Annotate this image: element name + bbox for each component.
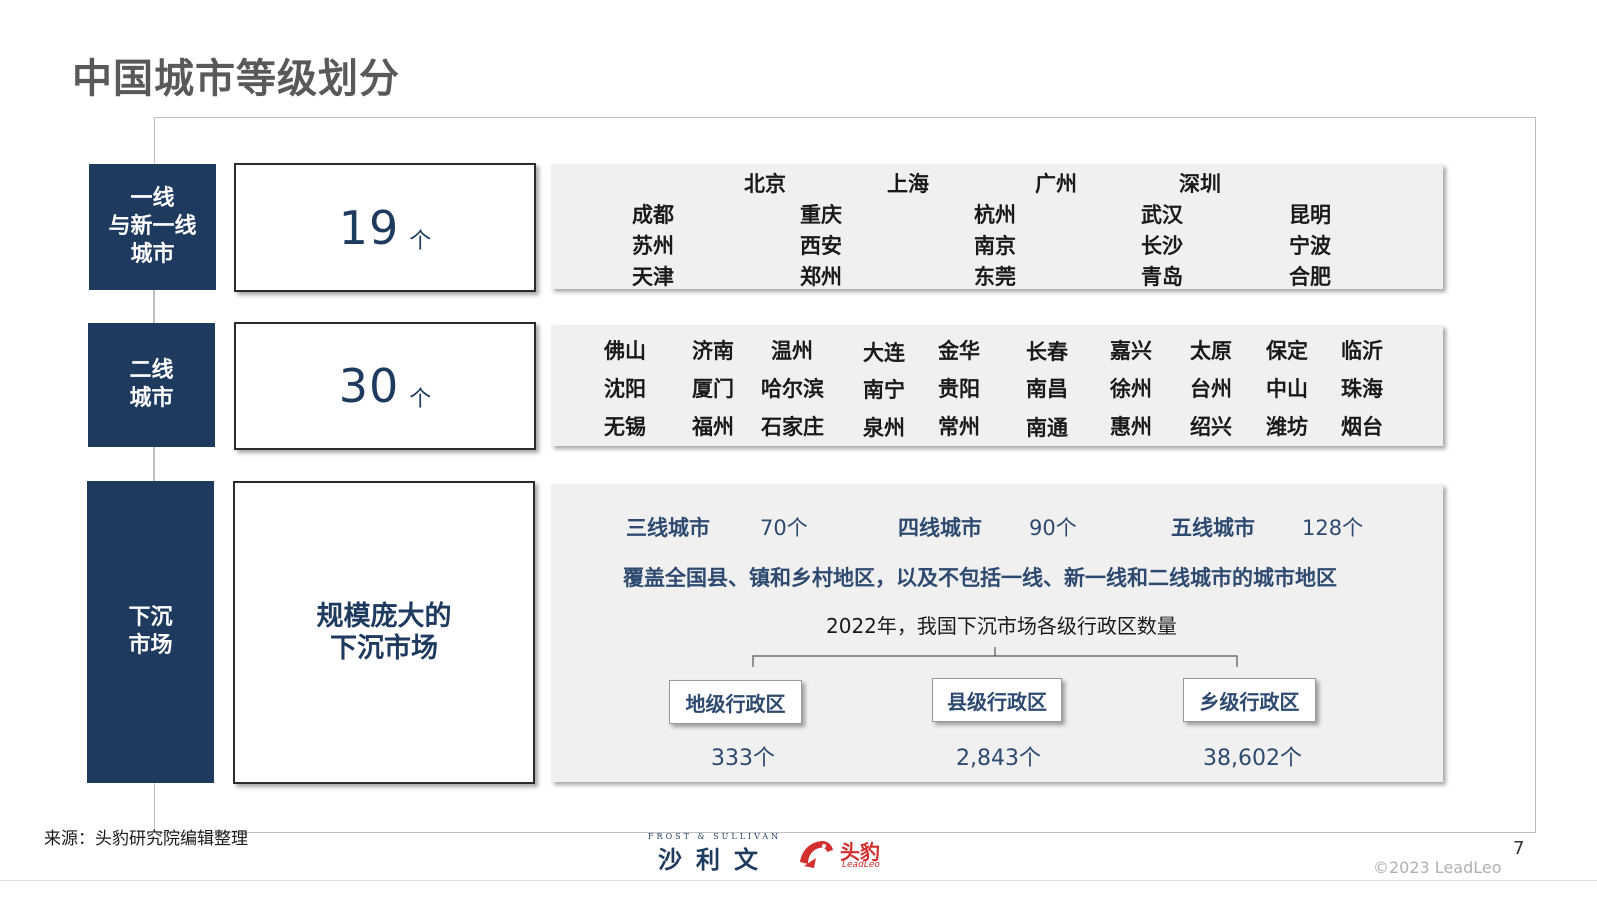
tier2-city: 珠海 xyxy=(1341,377,1383,401)
tier2-city: 哈尔滨 xyxy=(761,377,824,401)
new-tier1-city: 东莞 xyxy=(974,265,1016,289)
frost-sullivan-logo: 沙利文 xyxy=(658,846,772,874)
tier2-city: 厦门 xyxy=(692,377,734,401)
sinking-text-box: 规模庞大的 下沉市场 xyxy=(233,481,535,784)
tier2-city: 太原 xyxy=(1190,339,1232,363)
new-tier1-city: 南京 xyxy=(974,234,1016,258)
admin-subtitle: 2022年，我国下沉市场各级行政区数量 xyxy=(826,614,1177,638)
tier2-city: 佛山 xyxy=(604,339,646,363)
tier2-city: 中山 xyxy=(1266,377,1308,401)
new-tier1-city: 西安 xyxy=(800,234,842,258)
tier2-city: 南宁 xyxy=(863,378,905,402)
admin-box: 乡级行政区 xyxy=(1183,678,1316,722)
tier2-city: 惠州 xyxy=(1110,415,1152,439)
leopard-logo-icon xyxy=(800,841,833,868)
tier2-city: 绍兴 xyxy=(1190,415,1232,439)
tier2-city: 沈阳 xyxy=(604,377,646,401)
tier-label: 五线城市 xyxy=(1171,516,1255,540)
tier2-count-box: 30 个 xyxy=(234,322,536,450)
tier2-city: 贵阳 xyxy=(938,377,980,401)
new-tier1-city: 宁波 xyxy=(1289,234,1331,258)
admin-box: 县级行政区 xyxy=(932,678,1062,722)
tier2-city: 无锡 xyxy=(604,415,646,439)
new-tier1-city: 郑州 xyxy=(800,265,842,289)
tier2-city: 保定 xyxy=(1266,339,1308,363)
tier2-city: 石家庄 xyxy=(761,415,824,439)
tier2-city: 福州 xyxy=(692,415,734,439)
admin-count: 333个 xyxy=(711,746,775,771)
new-tier1-city: 天津 xyxy=(632,265,674,289)
top-city: 北京 xyxy=(744,172,786,196)
bottom-divider xyxy=(0,880,1597,881)
tier2-city: 台州 xyxy=(1190,377,1232,401)
tier2-city: 潍坊 xyxy=(1266,415,1308,439)
tier1-label: 一线 与新一线 城市 xyxy=(89,164,216,290)
tier-count: 70个 xyxy=(760,516,808,540)
new-tier1-city: 重庆 xyxy=(800,203,842,227)
tier2-city: 常州 xyxy=(938,415,980,439)
tier-count: 128个 xyxy=(1302,516,1364,540)
tier2-city: 南昌 xyxy=(1026,377,1068,401)
tier2-unit: 个 xyxy=(409,387,432,412)
page-title: 中国城市等级划分 xyxy=(72,56,400,102)
new-tier1-city: 青岛 xyxy=(1141,265,1183,289)
tier1-count: 19 xyxy=(338,200,400,255)
tier2-city: 大连 xyxy=(863,341,905,365)
tier-label: 三线城市 xyxy=(626,516,710,540)
top-city: 深圳 xyxy=(1179,172,1221,196)
top-city: 广州 xyxy=(1035,172,1077,196)
leadleo-logo-sub: LeadLeo xyxy=(842,860,880,870)
new-tier1-city: 成都 xyxy=(632,203,674,227)
new-tier1-city: 武汉 xyxy=(1141,203,1183,227)
admin-count: 38,602个 xyxy=(1203,746,1302,771)
tier2-city: 济南 xyxy=(692,339,734,363)
tier2-count: 30 xyxy=(338,359,400,413)
tier2-city: 南通 xyxy=(1026,416,1068,440)
tier2-city: 温州 xyxy=(771,339,813,363)
tier1-count-box: 19 个 xyxy=(234,163,536,292)
sinking-panel: 三线城市 70个 四线城市 90个 五线城市 128个 覆盖全国县、镇和乡村地区… xyxy=(551,484,1443,782)
new-tier1-city: 杭州 xyxy=(974,203,1016,227)
sinking-text: 规模庞大的 下沉市场 xyxy=(316,600,452,664)
tier2-city: 嘉兴 xyxy=(1110,339,1152,363)
tier2-city-panel: 佛山 济南 温州 大连 金华 长春 嘉兴 太原 保定 临沂 沈阳 厦门 哈尔滨 … xyxy=(551,325,1443,446)
tier2-city: 金华 xyxy=(938,339,980,363)
tier2-label: 二线 城市 xyxy=(88,323,215,447)
tier1-unit: 个 xyxy=(409,228,432,254)
new-tier1-city: 长沙 xyxy=(1141,234,1183,258)
tier2-city: 徐州 xyxy=(1110,377,1152,401)
admin-bracket xyxy=(752,647,1238,667)
top-city: 上海 xyxy=(887,172,929,196)
tier2-city: 临沂 xyxy=(1341,339,1383,363)
admin-count: 2,843个 xyxy=(956,746,1041,771)
new-tier1-city: 合肥 xyxy=(1289,265,1331,289)
tier2-city: 烟台 xyxy=(1341,415,1383,439)
sinking-description: 覆盖全国县、镇和乡村地区，以及不包括一线、新一线和二线城市的城市地区 xyxy=(623,566,1337,590)
admin-box: 地级行政区 xyxy=(669,680,802,724)
tier1-city-panel: 北京 上海 广州 深圳 成都 重庆 杭州 武汉 昆明 苏州 西安 南京 长沙 宁… xyxy=(551,164,1443,289)
page-number: 7 xyxy=(1513,838,1525,859)
tier-label: 四线城市 xyxy=(898,516,982,540)
tier2-city: 泉州 xyxy=(863,416,905,440)
tier-count: 90个 xyxy=(1029,516,1077,540)
copyright: ©2023 LeadLeo xyxy=(1373,858,1502,877)
tier3-label: 下沉 市场 xyxy=(87,481,214,783)
new-tier1-city: 苏州 xyxy=(632,234,674,258)
tier2-city: 长春 xyxy=(1026,340,1068,364)
source-note: 来源：头豹研究院编辑整理 xyxy=(44,829,248,849)
new-tier1-city: 昆明 xyxy=(1289,203,1331,227)
